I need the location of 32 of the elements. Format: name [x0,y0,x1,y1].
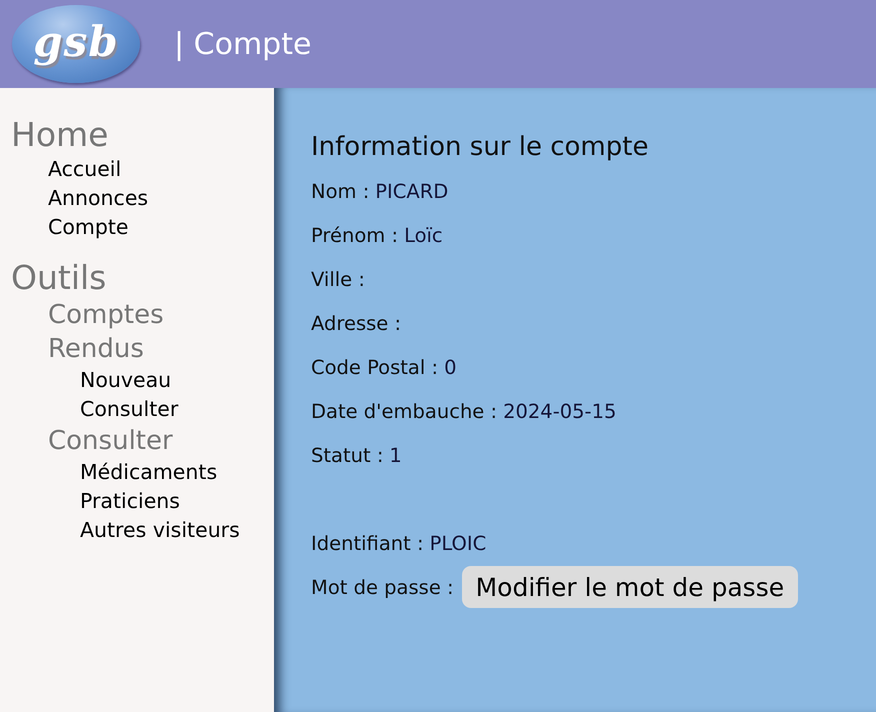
sidebar-link[interactable]: Annonces [48,184,148,213]
sidebar-heading: Outils [11,258,106,298]
sidebar-link[interactable]: Compte [48,213,128,242]
sidebar-link[interactable]: Praticiens [80,487,180,516]
field-label: Statut : [311,444,384,466]
sidebar-category[interactable]: Consulter [48,424,173,458]
field-value: 1 [389,444,402,466]
sidebar-link[interactable]: Médicaments [80,458,218,487]
field-label: Date d'embauche : [311,400,498,422]
field-value: PLOIC [430,532,486,554]
field-label: Code Postal : [311,356,438,378]
field-label: Mot de passe : [311,576,454,598]
sidebar-category[interactable]: Comptes [48,298,164,332]
change-password-button[interactable]: Modifier le mot de passe [462,566,798,608]
page-title: | Compte [174,26,312,62]
field-label: Nom : [311,180,370,202]
sidebar-link[interactable]: Autres visiteurs [80,516,240,545]
sidebar-heading: Home [11,115,108,155]
field-value: 0 [444,356,456,378]
sidebar-category[interactable]: Rendus [48,332,144,366]
field-label: Ville : [311,268,365,290]
field-label: Identifiant : [311,532,424,554]
section-title: Information sur le compte [311,131,648,164]
sidebar-link[interactable]: Consulter [80,395,178,424]
field-value: 2024-05-15 [503,400,616,422]
logo: gsb [12,5,140,83]
sidebar-link[interactable]: Nouveau [80,366,172,395]
field-label: Adresse : [311,312,402,334]
field-value: PICARD [375,180,448,202]
sidebar-link[interactable]: Accueil [48,155,122,184]
field-label: Prénom : [311,224,398,246]
field-value: Loïc [404,224,443,246]
